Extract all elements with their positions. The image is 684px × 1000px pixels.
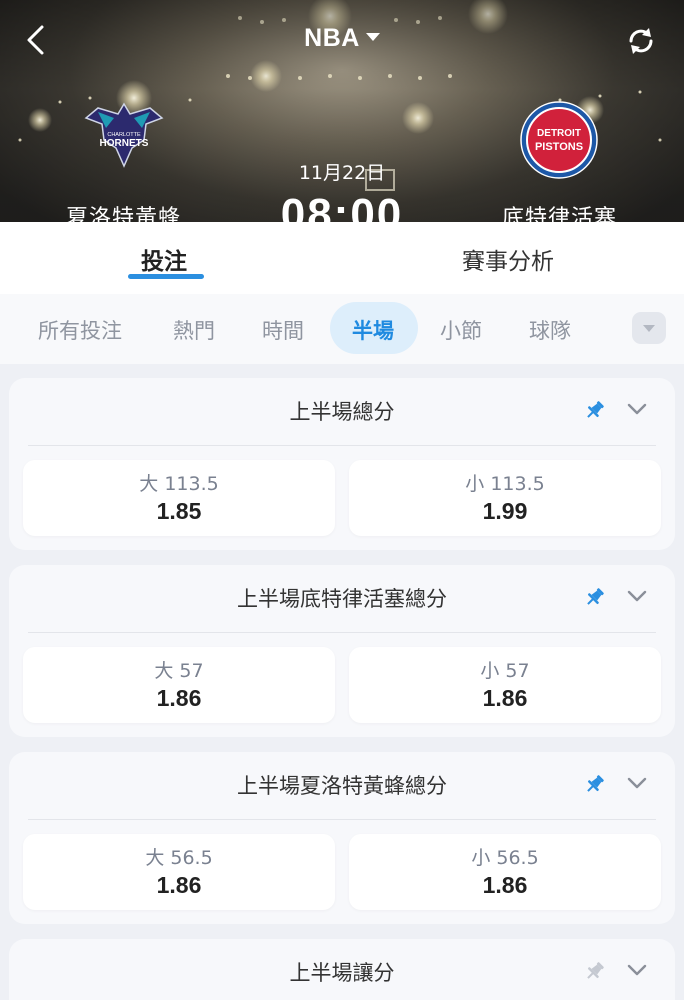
divider bbox=[28, 632, 656, 633]
odds-button-over[interactable]: 大 56.5 1.86 bbox=[23, 834, 335, 910]
match-header: NBA CHARLOTTE HORNETS DETROIT PISTONS 11… bbox=[0, 0, 684, 222]
filter-popular[interactable]: 熱門 bbox=[173, 315, 215, 345]
pin-icon[interactable] bbox=[583, 959, 607, 983]
market-card: 上半場底特律活塞總分 大 57 1.86 小 57 1.86 bbox=[9, 565, 675, 737]
hornets-logo-line2: HORNETS bbox=[100, 138, 149, 149]
divider bbox=[28, 819, 656, 820]
filter-time[interactable]: 時間 bbox=[262, 315, 304, 345]
away-team-name: 底特律活塞 bbox=[502, 206, 618, 222]
chevron-down-icon[interactable] bbox=[625, 584, 649, 608]
refresh-icon[interactable] bbox=[624, 24, 658, 58]
odds-value: 1.86 bbox=[482, 872, 528, 898]
caret-down-icon bbox=[365, 33, 380, 41]
market-card: 上半場夏洛特黃蜂總分 大 56.5 1.86 小 56.5 1.86 bbox=[9, 752, 675, 924]
pin-icon[interactable] bbox=[583, 772, 607, 796]
odds-button-under[interactable]: 小 113.5 1.99 bbox=[349, 460, 661, 536]
match-date: 11月22日 bbox=[298, 162, 386, 184]
triangle-down-icon bbox=[643, 325, 655, 332]
odds-button-under[interactable]: 小 56.5 1.86 bbox=[349, 834, 661, 910]
league-selector[interactable]: NBA bbox=[0, 24, 684, 53]
main-tabs: 投注 賽事分析 bbox=[0, 222, 684, 294]
odds-value: 1.86 bbox=[482, 685, 528, 711]
market-title: 上半場讓分 bbox=[289, 961, 395, 985]
pistons-logo-line1: DETROIT bbox=[537, 128, 581, 139]
odds-label: 大 57 bbox=[154, 660, 204, 682]
market-title: 上半場總分 bbox=[289, 400, 395, 424]
odds-button-under[interactable]: 小 57 1.86 bbox=[349, 647, 661, 723]
home-team-name: 夏洛特黃蜂 bbox=[66, 206, 182, 222]
pin-icon[interactable] bbox=[583, 398, 607, 422]
divider bbox=[28, 445, 656, 446]
league-title: NBA bbox=[304, 24, 360, 52]
chevron-down-icon[interactable] bbox=[625, 397, 649, 421]
odds-value: 1.86 bbox=[156, 872, 202, 898]
tab-betting[interactable]: 投注 bbox=[141, 242, 187, 276]
market-title: 上半場底特律活塞總分 bbox=[237, 587, 447, 611]
filter-team[interactable]: 球隊 bbox=[529, 315, 571, 345]
odds-label: 大 56.5 bbox=[145, 847, 213, 869]
market-card: 上半場讓分 bbox=[9, 939, 675, 1000]
filter-quarter[interactable]: 小節 bbox=[440, 315, 482, 345]
filter-tabs: 所有投注 熱門 時間 半場 小節 球隊 bbox=[0, 294, 684, 364]
odds-button-over[interactable]: 大 57 1.86 bbox=[23, 647, 335, 723]
market-card: 上半場總分 大 113.5 1.85 小 113.5 1.99 bbox=[9, 378, 675, 550]
filter-all-bets[interactable]: 所有投注 bbox=[38, 315, 122, 345]
odds-label: 小 57 bbox=[480, 660, 530, 682]
market-title: 上半場夏洛特黃蜂總分 bbox=[237, 774, 447, 798]
odds-value: 1.85 bbox=[156, 498, 202, 524]
odds-label: 大 113.5 bbox=[139, 473, 219, 495]
odds-value: 1.99 bbox=[482, 498, 528, 524]
pistons-logo-line2: PISTONS bbox=[535, 141, 583, 153]
odds-label: 小 113.5 bbox=[465, 473, 545, 495]
odds-value: 1.86 bbox=[156, 685, 202, 711]
chevron-down-icon[interactable] bbox=[625, 958, 649, 982]
active-tab-indicator bbox=[128, 274, 204, 279]
odds-button-over[interactable]: 大 113.5 1.85 bbox=[23, 460, 335, 536]
odds-label: 小 56.5 bbox=[471, 847, 539, 869]
pin-icon[interactable] bbox=[583, 585, 607, 609]
tab-match-analysis[interactable]: 賽事分析 bbox=[462, 242, 554, 276]
filter-half[interactable]: 半場 bbox=[352, 315, 394, 345]
chevron-down-icon[interactable] bbox=[625, 771, 649, 795]
filter-more-button[interactable] bbox=[632, 312, 666, 344]
